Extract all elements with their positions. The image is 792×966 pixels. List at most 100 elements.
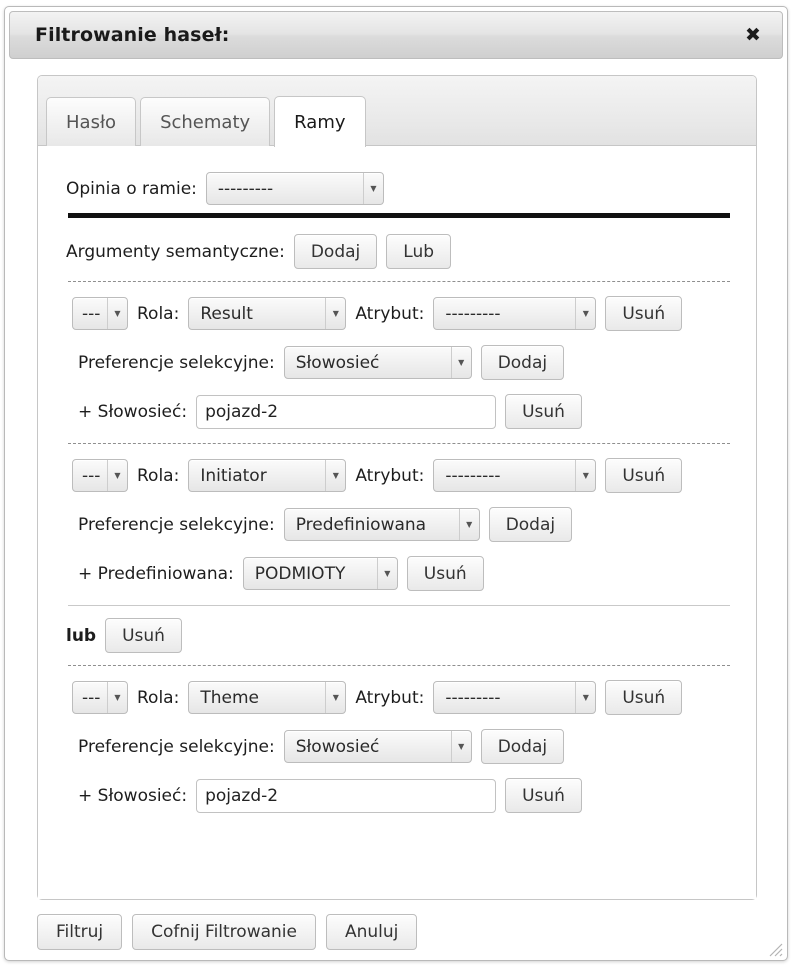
opinia-select[interactable]: ---------	[205, 172, 384, 205]
chevron-down-icon	[362, 173, 383, 204]
or-group-divider	[68, 605, 730, 606]
preference-row-3: Preferencje selekcyjne: Słowosieć Dodaj	[78, 729, 732, 764]
argument-prefix-select-3[interactable]: ---	[72, 681, 128, 714]
argument-prefix-value-1: ---	[82, 303, 101, 324]
atrybut-value-2: ---------	[445, 465, 501, 486]
remove-preference-button-1[interactable]: Usuń	[505, 394, 582, 429]
filter-dialog: Filtrowanie haseł: ✖ Hasło Schematy Ramy…	[4, 6, 788, 961]
opinia-row: Opinia o ramie: ---------	[66, 172, 732, 205]
chevron-down-icon	[450, 731, 471, 762]
cancel-button[interactable]: Anuluj	[325, 914, 418, 950]
chevron-down-icon	[325, 298, 345, 329]
rola-value-3: Theme	[200, 687, 259, 708]
chevron-down-icon	[325, 460, 345, 491]
chevron-down-icon	[325, 682, 345, 713]
opinia-select-value: ---------	[217, 178, 274, 199]
atrybut-label-1: Atrybut:	[355, 303, 425, 324]
arguments-divider-3	[68, 665, 730, 666]
argument-row: --- Rola: Theme Atrybut: --------- Usuń	[72, 680, 732, 715]
atrybut-select-3[interactable]: ---------	[433, 681, 597, 714]
argument-block-2: --- Rola: Initiator Atrybut: --------- U…	[72, 458, 732, 591]
atrybut-label-2: Atrybut:	[355, 465, 425, 486]
dialog-title: Filtrowanie haseł:	[35, 24, 230, 46]
rola-label-3: Rola:	[137, 687, 180, 708]
preference-row-2: Preferencje selekcyjne: Predefiniowana D…	[78, 507, 732, 542]
argument-block-1: --- Rola: Result Atrybut: --------- Usuń	[72, 296, 732, 429]
atrybut-value-1: ---------	[445, 303, 501, 324]
or-group-label: lub	[66, 625, 97, 646]
atrybut-select-2[interactable]: ---------	[433, 459, 597, 492]
argument-prefix-value-2: ---	[82, 465, 101, 486]
chevron-down-icon	[450, 347, 471, 378]
filter-button[interactable]: Filtruj	[37, 914, 123, 950]
preference-label-2: Preferencje selekcyjne:	[78, 514, 275, 535]
preference-detail-label-3: + Słowosieć:	[78, 785, 188, 806]
predefiniowana-select-2[interactable]: PODMIOTY	[242, 557, 398, 590]
close-icon[interactable]: ✖	[742, 24, 764, 46]
add-preference-button-2[interactable]: Dodaj	[488, 507, 573, 542]
preference-row-1: Preferencje selekcyjne: Słowosieć Dodaj	[78, 345, 732, 380]
tab-strip: Hasło Schematy Ramy	[38, 76, 756, 147]
rola-value-1: Result	[200, 303, 253, 324]
arguments-divider-1	[68, 281, 730, 282]
chevron-down-icon	[107, 460, 127, 491]
tab-schematy[interactable]: Schematy	[140, 97, 271, 146]
chevron-down-icon	[575, 682, 595, 713]
preference-detail-label-1: + Słowosieć:	[78, 401, 188, 422]
atrybut-value-3: ---------	[445, 687, 501, 708]
undo-filter-button[interactable]: Cofnij Filtrowanie	[132, 914, 316, 950]
rola-label-1: Rola:	[137, 303, 180, 324]
slowosiec-input-1[interactable]	[196, 394, 497, 429]
rola-select-2[interactable]: Initiator	[188, 459, 347, 492]
preference-label-1: Preferencje selekcyjne:	[78, 352, 275, 373]
dialog-titlebar[interactable]: Filtrowanie haseł: ✖	[9, 11, 783, 59]
arguments-header-row: Argumenty semantyczne: Dodaj Lub	[66, 234, 732, 269]
argument-row: --- Rola: Initiator Atrybut: --------- U…	[72, 458, 732, 493]
remove-or-group-button[interactable]: Usuń	[105, 618, 182, 653]
remove-argument-button-1[interactable]: Usuń	[605, 296, 683, 331]
add-preference-button-3[interactable]: Dodaj	[480, 729, 565, 764]
preference-detail-label-2: + Predefiniowana:	[78, 563, 234, 584]
atrybut-label-3: Atrybut:	[355, 687, 425, 708]
remove-preference-button-3[interactable]: Usuń	[505, 778, 582, 813]
preference-label-3: Preferencje selekcyjne:	[78, 736, 275, 757]
argument-block-3: --- Rola: Theme Atrybut: --------- Usuń	[72, 680, 732, 813]
rola-select-1[interactable]: Result	[188, 297, 347, 330]
tab-haslo[interactable]: Hasło	[46, 97, 137, 146]
tab-content-ramy: Opinia o ramie: --------- Argumenty sema…	[38, 146, 756, 899]
argument-prefix-select-1[interactable]: ---	[72, 297, 128, 330]
tab-panel: Hasło Schematy Ramy Opinia o ramie: ----…	[37, 75, 757, 900]
argument-row: --- Rola: Result Atrybut: --------- Usuń	[72, 296, 732, 331]
preference-type-select-1[interactable]: Słowosieć	[283, 346, 472, 379]
remove-preference-button-2[interactable]: Usuń	[406, 556, 484, 591]
preference-type-value-1: Słowosieć	[295, 352, 380, 373]
rola-select-3[interactable]: Theme	[188, 681, 347, 714]
preference-detail-row-1: + Słowosieć: Usuń	[78, 394, 732, 429]
opinia-label: Opinia o ramie:	[66, 178, 197, 199]
argument-prefix-select-2[interactable]: ---	[72, 459, 128, 492]
remove-argument-button-3[interactable]: Usuń	[605, 680, 683, 715]
preference-type-value-2: Predefiniowana	[295, 514, 427, 535]
chevron-down-icon	[575, 460, 595, 491]
add-preference-button-1[interactable]: Dodaj	[480, 345, 565, 380]
chevron-down-icon	[458, 509, 479, 540]
remove-argument-button-2[interactable]: Usuń	[605, 458, 683, 493]
argument-prefix-value-3: ---	[82, 687, 101, 708]
or-argument-button[interactable]: Lub	[386, 234, 452, 269]
atrybut-select-1[interactable]: ---------	[433, 297, 597, 330]
arguments-divider-2	[68, 443, 730, 444]
preference-detail-row-2: + Predefiniowana: PODMIOTY Usuń	[78, 556, 732, 591]
rola-label-2: Rola:	[137, 465, 180, 486]
tab-ramy[interactable]: Ramy	[274, 96, 366, 147]
resize-grip-icon[interactable]	[765, 939, 783, 957]
rola-value-2: Initiator	[200, 465, 267, 486]
add-argument-button[interactable]: Dodaj	[293, 234, 378, 269]
preference-type-select-2[interactable]: Predefiniowana	[283, 508, 480, 541]
chevron-down-icon	[376, 558, 397, 589]
preference-detail-row-3: + Słowosieć: Usuń	[78, 778, 732, 813]
slowosiec-input-3[interactable]	[196, 778, 497, 813]
preference-type-select-3[interactable]: Słowosieć	[283, 730, 472, 763]
chevron-down-icon	[107, 298, 127, 329]
preference-type-value-3: Słowosieć	[295, 736, 380, 757]
dialog-footer: Filtruj Cofnij Filtrowanie Anuluj	[5, 900, 787, 960]
